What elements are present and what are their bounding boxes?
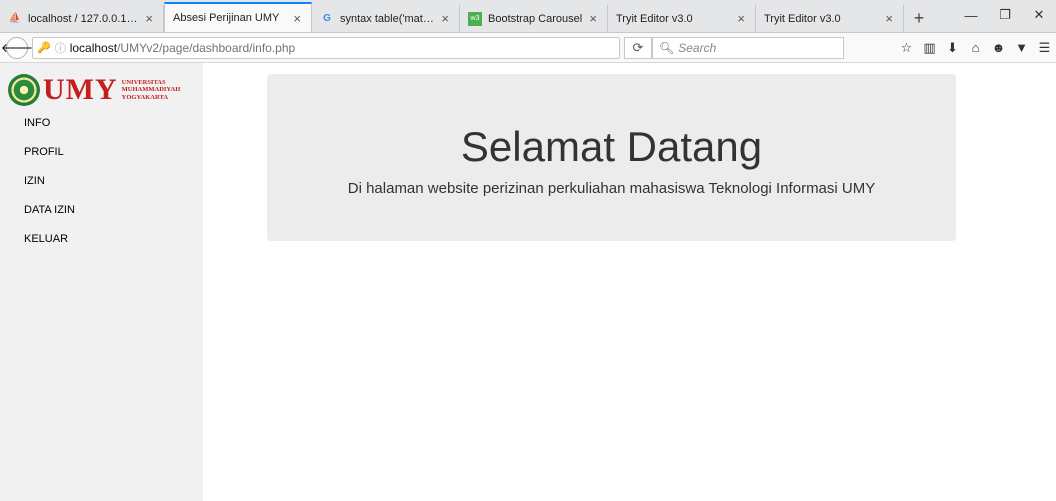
tab-title: localhost / 127.0.0.1 / ... bbox=[28, 12, 140, 25]
google-icon: G bbox=[323, 13, 331, 24]
search-icon: 🔍︎ bbox=[659, 40, 675, 55]
toolbar-icons: ☆ ▥ ⬇ ⌂ ☻ ▼ ☰ bbox=[895, 37, 1056, 59]
sidebar-item-keluar[interactable]: KELUAR bbox=[0, 225, 203, 254]
browser-navbar: 🡐 🔑 ⓘ localhost /UMYv2/page/dashboard/in… bbox=[0, 33, 1056, 63]
download-icon[interactable]: ⬇ bbox=[941, 37, 964, 59]
sidebar-item-profil[interactable]: PROFIL bbox=[0, 138, 203, 167]
logo-sub-line: UNIVERSITAS bbox=[121, 78, 166, 86]
window-controls: — ❐ ✕ bbox=[954, 0, 1056, 33]
page-content: UMY UNIVERSITAS MUHAMMADIYAH YOGYAKARTA … bbox=[0, 63, 1056, 501]
tab-google-search[interactable]: G syntax table('matakuli... × bbox=[312, 5, 460, 32]
sidebar-menu: INFO PROFIL IZIN DATA IZIN KELUAR bbox=[0, 109, 203, 254]
umy-logo[interactable]: UMY UNIVERSITAS MUHAMMADIYAH YOGYAKARTA bbox=[8, 74, 180, 106]
url-host: localhost bbox=[69, 40, 118, 55]
close-tab-icon[interactable]: × bbox=[293, 11, 301, 26]
phpmyadmin-icon: ⛵ bbox=[8, 13, 22, 24]
browser-tab-strip: ⛵ localhost / 127.0.0.1 / ... × Absesi P… bbox=[0, 0, 1056, 33]
search-input[interactable]: 🔍︎ Search bbox=[652, 36, 844, 59]
w3schools-icon: w3 bbox=[468, 11, 482, 26]
tab-title: Tryit Editor v3.0 bbox=[616, 12, 693, 25]
minimize-icon[interactable]: — bbox=[954, 0, 988, 30]
sidebar-item-izin[interactable]: IZIN bbox=[0, 167, 203, 196]
logo-subtitle: UNIVERSITAS MUHAMMADIYAH YOGYAKARTA bbox=[122, 79, 181, 101]
close-tab-icon[interactable]: × bbox=[885, 11, 893, 26]
home-icon[interactable]: ⌂ bbox=[964, 37, 987, 59]
new-tab-button[interactable]: + bbox=[904, 5, 934, 32]
logo-text: UMY bbox=[43, 73, 118, 106]
menu-icon[interactable]: ☰ bbox=[1033, 37, 1056, 59]
logo-sub-line: MUHAMMADIYAH bbox=[121, 86, 181, 94]
tab-title: syntax table('matakuli... bbox=[340, 12, 435, 25]
restore-icon[interactable]: ❐ bbox=[988, 0, 1022, 30]
sidebar-item-info[interactable]: INFO bbox=[0, 109, 203, 138]
sidebar-item-data-izin[interactable]: DATA IZIN bbox=[0, 196, 203, 225]
library-icon[interactable]: ▥ bbox=[918, 37, 941, 59]
close-tab-icon[interactable]: × bbox=[589, 11, 597, 26]
sync-icon[interactable]: ☻ bbox=[987, 37, 1010, 59]
url-bar[interactable]: 🔑 ⓘ localhost /UMYv2/page/dashboard/info… bbox=[32, 36, 620, 59]
tab-phpmyadmin[interactable]: ⛵ localhost / 127.0.0.1 / ... × bbox=[0, 5, 164, 32]
bookmark-star-icon[interactable]: ☆ bbox=[895, 37, 918, 59]
close-window-icon[interactable]: ✕ bbox=[1022, 0, 1056, 30]
pocket-icon[interactable]: ▼ bbox=[1010, 37, 1033, 59]
back-button[interactable]: 🡐 bbox=[1, 36, 33, 59]
close-tab-icon[interactable]: × bbox=[441, 11, 449, 26]
info-icon[interactable]: ⓘ bbox=[55, 40, 66, 56]
sidebar: UMY UNIVERSITAS MUHAMMADIYAH YOGYAKARTA … bbox=[0, 63, 203, 501]
tab-title: Tryit Editor v3.0 bbox=[764, 12, 841, 25]
umy-seal-icon bbox=[8, 74, 40, 106]
tab-tryit-1[interactable]: Tryit Editor v3.0 × bbox=[608, 5, 756, 32]
page-title: Selamat Datang bbox=[460, 123, 763, 170]
close-tab-icon[interactable]: × bbox=[145, 11, 153, 26]
reload-button[interactable]: ⟳ bbox=[624, 36, 652, 59]
tab-bootstrap-carousel[interactable]: w3 Bootstrap Carousel × bbox=[460, 5, 608, 32]
tab-title: Bootstrap Carousel bbox=[488, 12, 583, 25]
welcome-subtext: Di halaman website perizinan perkuliahan… bbox=[347, 180, 876, 197]
welcome-jumbotron: Selamat Datang Di halaman website perizi… bbox=[267, 74, 956, 241]
key-icon[interactable]: 🔑 bbox=[37, 41, 51, 54]
search-placeholder: Search bbox=[678, 40, 717, 55]
url-path: /UMYv2/page/dashboard/info.php bbox=[117, 40, 296, 55]
close-tab-icon[interactable]: × bbox=[737, 11, 745, 26]
logo-sub-line: YOGYAKARTA bbox=[121, 93, 169, 101]
tab-absesi[interactable]: Absesi Perijinan UMY × bbox=[164, 2, 312, 32]
tab-title: Absesi Perijinan UMY bbox=[173, 12, 280, 24]
tab-tryit-2[interactable]: Tryit Editor v3.0 × bbox=[756, 5, 904, 32]
